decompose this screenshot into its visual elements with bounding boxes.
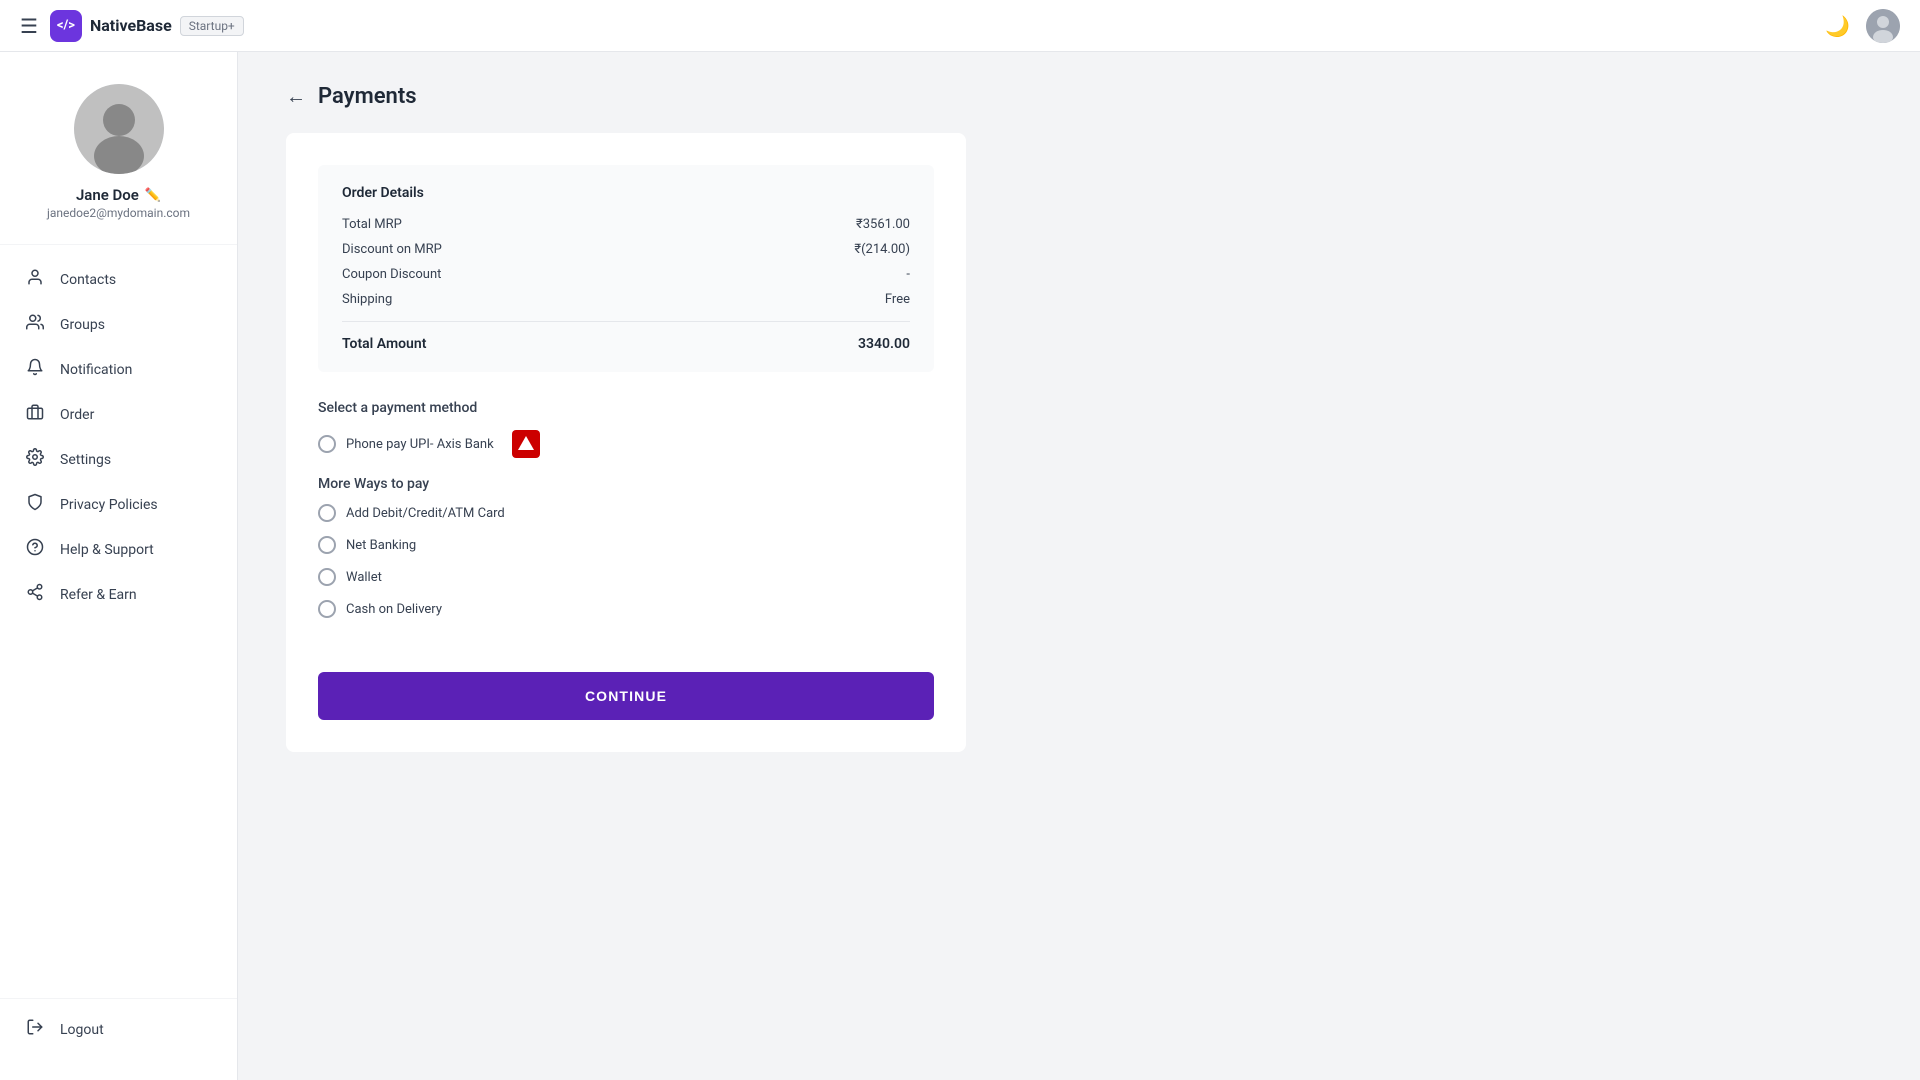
- order-value-discount: ₹(214.00): [854, 242, 910, 257]
- sidebar-item-notification[interactable]: Notification: [0, 347, 237, 392]
- refer-label: Refer & Earn: [60, 587, 137, 603]
- wallet-label: Wallet: [346, 570, 382, 585]
- upi-option[interactable]: Phone pay UPI- Axis Bank: [318, 430, 934, 458]
- navbar-left: ☰ </> NativeBase Startup+: [20, 10, 244, 42]
- order-total-value: 3340.00: [858, 336, 910, 352]
- logo-text: NativeBase: [90, 16, 172, 35]
- order-row-shipping: Shipping Free: [342, 292, 910, 307]
- user-avatar-top[interactable]: [1866, 9, 1900, 43]
- user-avatar-large: [74, 84, 164, 174]
- logo-icon: </>: [50, 10, 82, 42]
- groups-label: Groups: [60, 317, 105, 333]
- logout-label: Logout: [60, 1022, 104, 1038]
- plan-badge: Startup+: [180, 16, 244, 36]
- groups-icon: [24, 313, 46, 336]
- sidebar-item-refer[interactable]: Refer & Earn: [0, 572, 237, 617]
- order-row-coupon: Coupon Discount -: [342, 267, 910, 282]
- sidebar-item-help[interactable]: Help & Support: [0, 527, 237, 572]
- payment-card: Order Details Total MRP ₹3561.00 Discoun…: [286, 133, 966, 752]
- sidebar-item-settings[interactable]: Settings: [0, 437, 237, 482]
- help-label: Help & Support: [60, 542, 154, 558]
- continue-button[interactable]: CONTINUE: [318, 672, 934, 720]
- order-row-mrp: Total MRP ₹3561.00: [342, 217, 910, 232]
- refer-icon: [24, 583, 46, 606]
- settings-icon: [24, 448, 46, 471]
- order-label-coupon: Coupon Discount: [342, 267, 441, 282]
- order-details-title: Order Details: [342, 185, 910, 201]
- order-details-box: Order Details Total MRP ₹3561.00 Discoun…: [318, 165, 934, 372]
- order-value-coupon: -: [906, 267, 910, 282]
- sidebar: Jane Doe ✏️ janedoe2@mydomain.com Contac…: [0, 52, 238, 1080]
- card-radio[interactable]: [318, 504, 336, 522]
- contacts-icon: [24, 268, 46, 291]
- order-row-discount: Discount on MRP ₹(214.00): [342, 242, 910, 257]
- notification-label: Notification: [60, 362, 132, 378]
- sidebar-item-groups[interactable]: Groups: [0, 302, 237, 347]
- order-label-shipping: Shipping: [342, 292, 392, 307]
- sidebar-item-contacts[interactable]: Contacts: [0, 257, 237, 302]
- logout-icon: [24, 1018, 46, 1041]
- more-ways-label: More Ways to pay: [318, 476, 934, 492]
- netbanking-radio[interactable]: [318, 536, 336, 554]
- privacy-icon: [24, 493, 46, 516]
- notification-icon: [24, 358, 46, 381]
- navbar: ☰ </> NativeBase Startup+ 🌙: [0, 0, 1920, 52]
- wallet-option[interactable]: Wallet: [318, 568, 934, 586]
- cod-label: Cash on Delivery: [346, 602, 442, 617]
- cod-option[interactable]: Cash on Delivery: [318, 600, 934, 618]
- sidebar-profile: Jane Doe ✏️ janedoe2@mydomain.com: [0, 52, 237, 245]
- sidebar-bottom: Logout: [0, 998, 237, 1060]
- settings-label: Settings: [60, 452, 111, 468]
- sidebar-item-logout[interactable]: Logout: [0, 1007, 237, 1052]
- sidebar-item-order[interactable]: Order: [0, 392, 237, 437]
- card-label: Add Debit/Credit/ATM Card: [346, 506, 505, 521]
- order-total-row: Total Amount 3340.00: [342, 321, 910, 352]
- order-value-shipping: Free: [885, 292, 910, 307]
- user-name: Jane Doe ✏️: [76, 186, 161, 204]
- order-label-discount: Discount on MRP: [342, 242, 442, 257]
- privacy-label: Privacy Policies: [60, 497, 158, 513]
- order-label: Order: [60, 407, 94, 423]
- upi-label: Phone pay UPI- Axis Bank: [346, 437, 494, 452]
- user-email: janedoe2@mydomain.com: [47, 206, 190, 220]
- page-title: Payments: [318, 84, 417, 109]
- cod-radio[interactable]: [318, 600, 336, 618]
- card-option[interactable]: Add Debit/Credit/ATM Card: [318, 504, 934, 522]
- main-content: ← Payments Order Details Total MRP ₹3561…: [238, 52, 1920, 1080]
- theme-toggle-icon[interactable]: 🌙: [1825, 14, 1850, 38]
- upi-logo: [512, 430, 540, 458]
- upi-radio[interactable]: [318, 435, 336, 453]
- sidebar-nav: Contacts Groups Notification Order: [0, 245, 237, 998]
- logo: </> NativeBase Startup+: [50, 10, 244, 42]
- payment-section-label: Select a payment method: [318, 400, 934, 416]
- help-icon: [24, 538, 46, 561]
- sidebar-item-privacy[interactable]: Privacy Policies: [0, 482, 237, 527]
- logo-short: </>: [57, 18, 75, 33]
- navbar-right: 🌙: [1825, 9, 1900, 43]
- page-header: ← Payments: [286, 84, 1872, 109]
- order-icon: [24, 403, 46, 426]
- order-total-label: Total Amount: [342, 336, 426, 352]
- hamburger-menu[interactable]: ☰: [20, 14, 38, 38]
- layout: Jane Doe ✏️ janedoe2@mydomain.com Contac…: [0, 52, 1920, 1080]
- order-value-mrp: ₹3561.00: [856, 217, 910, 232]
- order-label-mrp: Total MRP: [342, 217, 402, 232]
- back-button[interactable]: ←: [286, 84, 306, 109]
- edit-name-icon[interactable]: ✏️: [145, 188, 161, 203]
- wallet-radio[interactable]: [318, 568, 336, 586]
- contacts-label: Contacts: [60, 272, 116, 288]
- netbanking-option[interactable]: Net Banking: [318, 536, 934, 554]
- netbanking-label: Net Banking: [346, 538, 416, 553]
